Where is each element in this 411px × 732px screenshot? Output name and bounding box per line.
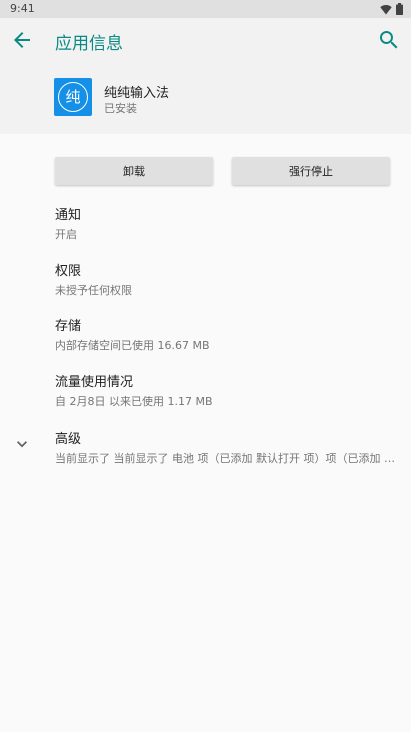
item-subtitle: 当前显示了 当前显示了 电池 项（已添加 默认打开 项）项（已添加 高级… [55, 452, 400, 465]
status-bar: 9:41 [0, 0, 411, 18]
app-header: 纯 纯纯输入法 已安装 [0, 62, 411, 134]
app-bar: 应用信息 [0, 18, 411, 62]
page-title: 应用信息 [55, 34, 123, 54]
search-icon[interactable] [377, 28, 401, 52]
item-title: 通知 [55, 208, 82, 223]
settings-item-data-usage[interactable]: 流量使用情况 自 2月8日 以来已使用 1.17 MB [55, 371, 400, 409]
item-subtitle: 未授予任何权限 [55, 284, 132, 297]
item-title: 高级 [55, 432, 82, 447]
item-title: 存储 [55, 319, 82, 334]
chevron-down-icon[interactable] [12, 434, 32, 454]
app-icon: 纯 [54, 78, 92, 116]
item-subtitle: 内部存储空间已使用 16.67 MB [55, 339, 210, 352]
wifi-icon [380, 4, 392, 14]
battery-icon [396, 3, 403, 15]
item-subtitle: 开启 [55, 228, 77, 241]
force-stop-button[interactable]: 强行停止 [232, 157, 390, 185]
back-arrow-icon[interactable] [10, 28, 34, 52]
uninstall-button[interactable]: 卸载 [55, 157, 213, 185]
item-subtitle: 自 2月8日 以来已使用 1.17 MB [55, 395, 213, 408]
app-name: 纯纯输入法 [104, 86, 170, 101]
item-title: 权限 [55, 264, 82, 279]
settings-item-notifications[interactable]: 通知 开启 [55, 204, 400, 242]
settings-item-permissions[interactable]: 权限 未授予任何权限 [55, 260, 400, 298]
settings-item-advanced[interactable]: 高级 当前显示了 当前显示了 电池 项（已添加 默认打开 项）项（已添加 高级… [55, 428, 400, 466]
app-icon-glyph: 纯 [58, 82, 88, 112]
settings-item-storage[interactable]: 存储 内部存储空间已使用 16.67 MB [55, 315, 400, 353]
status-time: 9:41 [10, 2, 35, 15]
app-install-status: 已安装 [104, 102, 137, 115]
status-icons [380, 3, 403, 15]
item-title: 流量使用情况 [55, 375, 134, 390]
